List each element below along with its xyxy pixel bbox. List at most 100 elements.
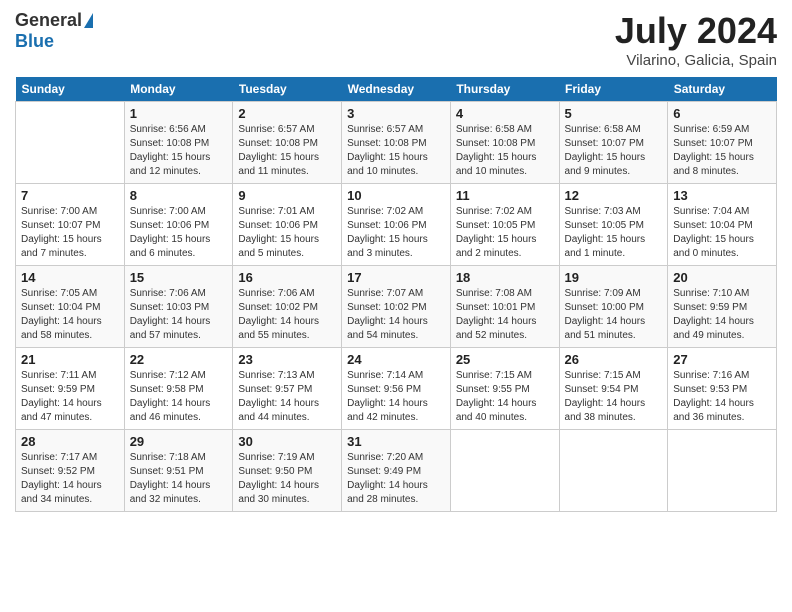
day-info: Sunrise: 7:02 AM Sunset: 10:05 PM Daylig… bbox=[456, 205, 554, 261]
calendar-cell: 24 Sunrise: 7:14 AM Sunset: 9:56 PM Dayl… bbox=[342, 348, 451, 430]
day-info: Sunrise: 7:06 AM Sunset: 10:02 PM Daylig… bbox=[238, 287, 336, 343]
day-number: 20 bbox=[673, 270, 771, 285]
sunrise-text: Sunrise: 6:59 AM bbox=[673, 124, 749, 135]
calendar-cell: 10 Sunrise: 7:02 AM Sunset: 10:06 PM Day… bbox=[342, 184, 451, 266]
day-number: 13 bbox=[673, 188, 771, 203]
sunrise-text: Sunrise: 7:02 AM bbox=[456, 206, 532, 217]
calendar-cell: 2 Sunrise: 6:57 AM Sunset: 10:08 PM Dayl… bbox=[233, 102, 342, 184]
sunrise-text: Sunrise: 7:15 AM bbox=[565, 370, 641, 381]
calendar-cell: 31 Sunrise: 7:20 AM Sunset: 9:49 PM Dayl… bbox=[342, 430, 451, 512]
daylight-text: Daylight: 15 hours and 12 minutes. bbox=[130, 152, 211, 177]
day-number: 30 bbox=[238, 434, 336, 449]
weekday-header-wednesday: Wednesday bbox=[342, 77, 451, 102]
daylight-text: Daylight: 14 hours and 32 minutes. bbox=[130, 480, 211, 505]
calendar-cell: 11 Sunrise: 7:02 AM Sunset: 10:05 PM Day… bbox=[450, 184, 559, 266]
daylight-text: Daylight: 15 hours and 1 minute. bbox=[565, 234, 646, 259]
sunset-text: Sunset: 10:02 PM bbox=[238, 302, 318, 313]
day-info: Sunrise: 7:03 AM Sunset: 10:05 PM Daylig… bbox=[565, 205, 663, 261]
day-info: Sunrise: 7:01 AM Sunset: 10:06 PM Daylig… bbox=[238, 205, 336, 261]
sunrise-text: Sunrise: 7:01 AM bbox=[238, 206, 314, 217]
calendar-cell: 30 Sunrise: 7:19 AM Sunset: 9:50 PM Dayl… bbox=[233, 430, 342, 512]
day-number: 6 bbox=[673, 106, 771, 121]
sunset-text: Sunset: 9:52 PM bbox=[21, 466, 95, 477]
sunset-text: Sunset: 9:56 PM bbox=[347, 384, 421, 395]
daylight-text: Daylight: 15 hours and 10 minutes. bbox=[347, 152, 428, 177]
day-number: 19 bbox=[565, 270, 663, 285]
calendar-cell: 18 Sunrise: 7:08 AM Sunset: 10:01 PM Day… bbox=[450, 266, 559, 348]
day-number: 12 bbox=[565, 188, 663, 203]
day-info: Sunrise: 7:00 AM Sunset: 10:06 PM Daylig… bbox=[130, 205, 228, 261]
sunset-text: Sunset: 10:06 PM bbox=[347, 220, 427, 231]
sunset-text: Sunset: 9:51 PM bbox=[130, 466, 204, 477]
day-number: 28 bbox=[21, 434, 119, 449]
weekday-header-tuesday: Tuesday bbox=[233, 77, 342, 102]
day-number: 5 bbox=[565, 106, 663, 121]
sunrise-text: Sunrise: 7:02 AM bbox=[347, 206, 423, 217]
sunrise-text: Sunrise: 7:19 AM bbox=[238, 452, 314, 463]
sunset-text: Sunset: 9:53 PM bbox=[673, 384, 747, 395]
sunset-text: Sunset: 10:08 PM bbox=[347, 138, 427, 149]
logo: General Blue bbox=[15, 10, 93, 52]
daylight-text: Daylight: 15 hours and 9 minutes. bbox=[565, 152, 646, 177]
logo-general-text: General bbox=[15, 10, 82, 31]
sunrise-text: Sunrise: 7:04 AM bbox=[673, 206, 749, 217]
day-info: Sunrise: 7:00 AM Sunset: 10:07 PM Daylig… bbox=[21, 205, 119, 261]
sunset-text: Sunset: 9:59 PM bbox=[673, 302, 747, 313]
calendar-cell: 19 Sunrise: 7:09 AM Sunset: 10:00 PM Day… bbox=[559, 266, 668, 348]
daylight-text: Daylight: 14 hours and 42 minutes. bbox=[347, 398, 428, 423]
calendar-cell: 27 Sunrise: 7:16 AM Sunset: 9:53 PM Dayl… bbox=[668, 348, 777, 430]
day-info: Sunrise: 7:20 AM Sunset: 9:49 PM Dayligh… bbox=[347, 451, 445, 507]
sunset-text: Sunset: 10:00 PM bbox=[565, 302, 645, 313]
day-number: 14 bbox=[21, 270, 119, 285]
sunset-text: Sunset: 9:55 PM bbox=[456, 384, 530, 395]
day-number: 16 bbox=[238, 270, 336, 285]
daylight-text: Daylight: 14 hours and 55 minutes. bbox=[238, 316, 319, 341]
day-info: Sunrise: 7:06 AM Sunset: 10:03 PM Daylig… bbox=[130, 287, 228, 343]
calendar-header: SundayMondayTuesdayWednesdayThursdayFrid… bbox=[16, 77, 777, 102]
sunrise-text: Sunrise: 6:58 AM bbox=[456, 124, 532, 135]
daylight-text: Daylight: 14 hours and 54 minutes. bbox=[347, 316, 428, 341]
sunset-text: Sunset: 10:08 PM bbox=[130, 138, 210, 149]
day-number: 10 bbox=[347, 188, 445, 203]
calendar-week-2: 7 Sunrise: 7:00 AM Sunset: 10:07 PM Dayl… bbox=[16, 184, 777, 266]
day-info: Sunrise: 7:08 AM Sunset: 10:01 PM Daylig… bbox=[456, 287, 554, 343]
daylight-text: Daylight: 14 hours and 52 minutes. bbox=[456, 316, 537, 341]
day-number: 17 bbox=[347, 270, 445, 285]
subtitle: Vilarino, Galicia, Spain bbox=[615, 52, 777, 69]
logo-blue-text: Blue bbox=[15, 31, 54, 51]
calendar-cell: 7 Sunrise: 7:00 AM Sunset: 10:07 PM Dayl… bbox=[16, 184, 125, 266]
title-area: July 2024 Vilarino, Galicia, Spain bbox=[615, 10, 777, 69]
sunset-text: Sunset: 10:08 PM bbox=[456, 138, 536, 149]
page-header: General Blue July 2024 Vilarino, Galicia… bbox=[15, 10, 777, 69]
day-info: Sunrise: 7:15 AM Sunset: 9:55 PM Dayligh… bbox=[456, 369, 554, 425]
day-number: 3 bbox=[347, 106, 445, 121]
sunrise-text: Sunrise: 7:09 AM bbox=[565, 288, 641, 299]
day-number: 9 bbox=[238, 188, 336, 203]
day-info: Sunrise: 6:58 AM Sunset: 10:08 PM Daylig… bbox=[456, 123, 554, 179]
daylight-text: Daylight: 14 hours and 44 minutes. bbox=[238, 398, 319, 423]
calendar-cell bbox=[16, 102, 125, 184]
daylight-text: Daylight: 14 hours and 49 minutes. bbox=[673, 316, 754, 341]
daylight-text: Daylight: 14 hours and 36 minutes. bbox=[673, 398, 754, 423]
calendar-cell: 29 Sunrise: 7:18 AM Sunset: 9:51 PM Dayl… bbox=[124, 430, 233, 512]
daylight-text: Daylight: 15 hours and 2 minutes. bbox=[456, 234, 537, 259]
sunrise-text: Sunrise: 7:05 AM bbox=[21, 288, 97, 299]
weekday-header-friday: Friday bbox=[559, 77, 668, 102]
daylight-text: Daylight: 14 hours and 46 minutes. bbox=[130, 398, 211, 423]
sunrise-text: Sunrise: 7:18 AM bbox=[130, 452, 206, 463]
daylight-text: Daylight: 14 hours and 34 minutes. bbox=[21, 480, 102, 505]
day-number: 25 bbox=[456, 352, 554, 367]
weekday-header-monday: Monday bbox=[124, 77, 233, 102]
sunrise-text: Sunrise: 7:11 AM bbox=[21, 370, 96, 381]
day-number: 15 bbox=[130, 270, 228, 285]
daylight-text: Daylight: 14 hours and 58 minutes. bbox=[21, 316, 102, 341]
sunset-text: Sunset: 10:07 PM bbox=[673, 138, 753, 149]
calendar-cell: 6 Sunrise: 6:59 AM Sunset: 10:07 PM Dayl… bbox=[668, 102, 777, 184]
sunrise-text: Sunrise: 7:13 AM bbox=[238, 370, 314, 381]
calendar-cell: 16 Sunrise: 7:06 AM Sunset: 10:02 PM Day… bbox=[233, 266, 342, 348]
day-info: Sunrise: 7:18 AM Sunset: 9:51 PM Dayligh… bbox=[130, 451, 228, 507]
calendar-week-5: 28 Sunrise: 7:17 AM Sunset: 9:52 PM Dayl… bbox=[16, 430, 777, 512]
calendar-week-4: 21 Sunrise: 7:11 AM Sunset: 9:59 PM Dayl… bbox=[16, 348, 777, 430]
day-number: 11 bbox=[456, 188, 554, 203]
day-info: Sunrise: 7:16 AM Sunset: 9:53 PM Dayligh… bbox=[673, 369, 771, 425]
